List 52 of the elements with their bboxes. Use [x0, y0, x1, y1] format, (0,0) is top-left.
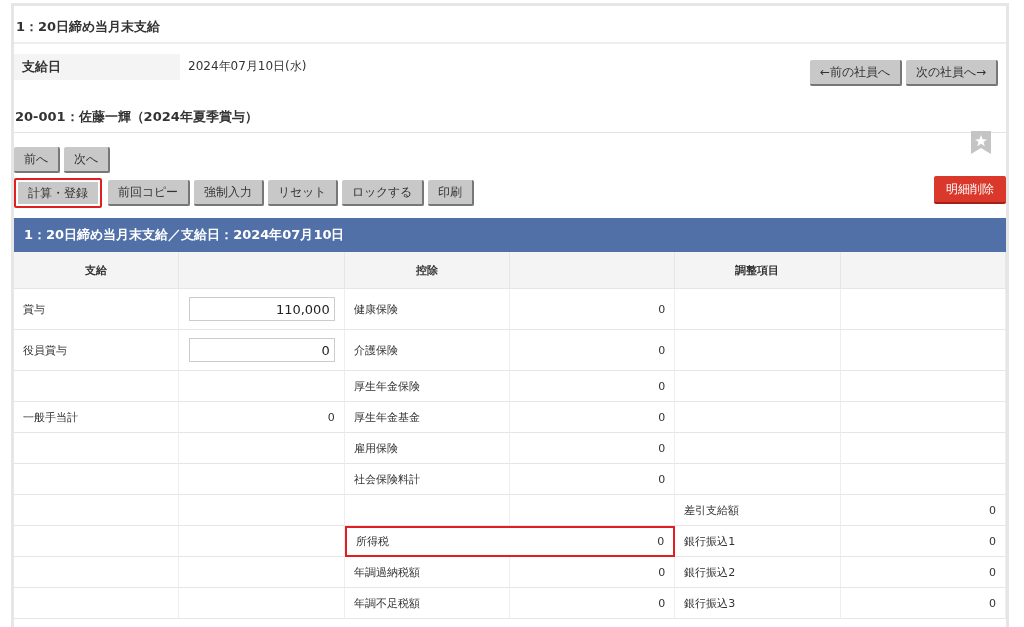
table-cell: 0 [840, 526, 1006, 557]
table-title: 1：20日締め当月末支給／支給日：2024年07月10日 [14, 218, 1006, 252]
table-cell: 厚生年金保険 [344, 371, 510, 402]
table-cell: 0 [510, 464, 676, 495]
delete-button[interactable]: 明細削除 [934, 176, 1006, 204]
table-cell: 一般手当計 [14, 402, 180, 433]
amount-input-field[interactable]: 0 [188, 338, 335, 362]
table-cell: 社会保険料計 [344, 464, 510, 495]
action-button[interactable]: ロックする [342, 180, 424, 206]
table-cell: 年調不足税額 [344, 588, 510, 619]
employee-nav-button[interactable]: ←前の社員へ [809, 60, 902, 86]
table-cell: 健康保険 [344, 289, 510, 330]
table-cell: 銀行振込1 [675, 526, 841, 557]
amount-input-field[interactable]: 110,000 [188, 297, 335, 321]
column-header: 控除 [344, 252, 510, 289]
table-cell: 差引支給額 [675, 495, 841, 526]
table-cell: 雇用保険 [344, 433, 510, 464]
table-cell: 0 [179, 402, 345, 433]
table-cell: 0 [510, 330, 676, 371]
section-title: 1：20日締め当月末支給 [14, 6, 1006, 44]
pay-date-label: 支給日 [14, 54, 180, 80]
column-header: 調整項目 [675, 252, 841, 289]
action-button[interactable]: 前回コピー [108, 180, 190, 206]
table-cell: 0 [510, 433, 676, 464]
table-cell: 0 [840, 495, 1006, 526]
action-button[interactable]: 強制入力 [194, 180, 264, 206]
table-cell: 所得税 [344, 526, 510, 557]
table-cell: 0 [510, 588, 676, 619]
table-cell: 銀行振込3 [675, 588, 841, 619]
action-button[interactable]: 印刷 [428, 180, 474, 206]
table-cell: 0 [510, 371, 676, 402]
table-cell: 銀行振込2 [675, 557, 841, 588]
table-cell: 0 [510, 557, 676, 588]
table-cell: 0 [510, 402, 676, 433]
employee-title: 20-001：佐藤一輝（2024年夏季賞与） [14, 86, 1006, 133]
table-cell: 0 [840, 588, 1006, 619]
action-button[interactable]: 計算・登録 [14, 178, 102, 208]
table-cell: 介護保険 [344, 330, 510, 371]
page-nav-button[interactable]: 次へ [64, 147, 110, 173]
table-cell: 0 [840, 557, 1006, 588]
table-cell: 0 [510, 289, 676, 330]
bookmark-star-icon[interactable] [971, 131, 991, 154]
table-cell: 賞与 [14, 289, 180, 330]
table-cell: 年調過納税額 [344, 557, 510, 588]
table-cell: 厚生年金基金 [344, 402, 510, 433]
table-cell: 役員賞与 [14, 330, 180, 371]
employee-nav-button[interactable]: 次の社員へ→ [905, 60, 998, 86]
pay-date-value: 2024年07月10日(水) [187, 58, 308, 75]
page-nav-button[interactable]: 前へ [14, 147, 60, 173]
action-button[interactable]: リセット [268, 180, 338, 206]
table-cell: 0 [510, 526, 676, 557]
column-header: 支給 [14, 252, 180, 289]
